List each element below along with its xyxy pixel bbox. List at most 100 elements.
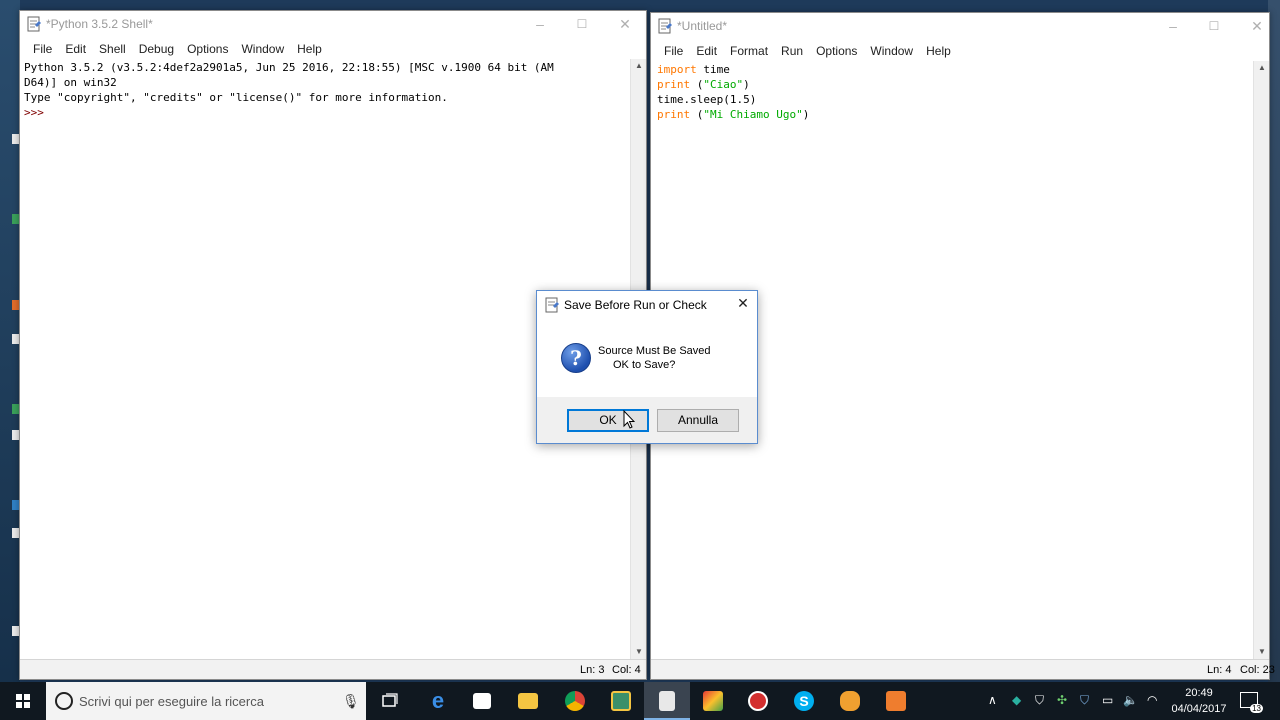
taskbar-idle[interactable] xyxy=(644,682,690,720)
close-icon[interactable]: ✕ xyxy=(735,295,751,312)
menu-help[interactable]: Help xyxy=(297,39,322,56)
search-placeholder: Scrivi qui per eseguire la ricerca xyxy=(79,694,264,709)
cancel-button[interactable]: Annulla xyxy=(657,409,739,432)
shield-icon[interactable]: ⛉ xyxy=(1035,693,1044,708)
shell-output[interactable]: Python 3.5.2 (v3.5.2:4def2a2901a5, Jun 2… xyxy=(24,60,554,120)
code-line: print ("Mi Chiamo Ugo") xyxy=(657,107,809,122)
taskbar-edge[interactable]: e xyxy=(415,682,461,720)
tray-app-icon[interactable]: ✣ xyxy=(1057,693,1067,707)
defender-icon[interactable]: ⛉ xyxy=(1080,693,1089,708)
volume-icon[interactable]: 🔈 xyxy=(1123,693,1138,707)
dialog-footer: OK Annulla xyxy=(537,397,757,443)
menu-window[interactable]: Window xyxy=(241,39,284,56)
search-box[interactable]: Scrivi qui per eseguire la ricerca 🎙 xyxy=(46,682,366,720)
minimize-icon[interactable]: – xyxy=(530,15,550,33)
desktop-left-strip xyxy=(0,0,20,682)
battery-icon[interactable]: ▭ xyxy=(1102,693,1113,707)
start-button[interactable] xyxy=(0,682,46,720)
app-icon xyxy=(703,691,723,711)
scroll-up-icon[interactable]: ▲ xyxy=(1254,61,1270,75)
minimize-icon[interactable]: – xyxy=(1163,17,1183,35)
maximize-icon[interactable]: ☐ xyxy=(572,15,592,33)
menu-options[interactable]: Options xyxy=(816,41,857,58)
shell-titlebar[interactable]: *Python 3.5.2 Shell* – ☐ ✕ xyxy=(20,11,646,37)
store-icon xyxy=(473,693,491,709)
editor-statusbar: Ln: 4 Col: 23 xyxy=(651,659,1275,679)
cat-icon xyxy=(840,691,860,711)
scroll-up-icon[interactable]: ▲ xyxy=(631,59,647,73)
close-icon[interactable]: ✕ xyxy=(1247,17,1267,35)
idle-icon xyxy=(27,16,41,32)
menu-window[interactable]: Window xyxy=(870,41,913,58)
dialog-question: OK to Save? xyxy=(613,359,676,371)
microphone-icon[interactable]: 🎙 xyxy=(342,693,360,710)
chrome-icon xyxy=(565,691,585,711)
shell-title: *Python 3.5.2 Shell* xyxy=(46,17,153,31)
editor-scrollbar[interactable]: ▲ ▼ xyxy=(1253,61,1269,659)
record-icon xyxy=(748,691,768,711)
app-icon xyxy=(886,691,906,711)
folder-icon xyxy=(518,693,538,709)
notification-count: 13 xyxy=(1250,704,1263,713)
shell-status-col: Col: 4 xyxy=(612,664,641,676)
menu-run[interactable]: Run xyxy=(781,41,803,58)
dialog-title: Save Before Run or Check xyxy=(564,298,707,312)
app-icon xyxy=(611,691,631,711)
menu-shell[interactable]: Shell xyxy=(99,39,126,56)
shell-statusbar: Ln: 3 Col: 4 xyxy=(20,659,646,679)
taskbar-skype[interactable]: S xyxy=(781,682,827,720)
close-icon[interactable]: ✕ xyxy=(615,15,635,33)
wifi-icon[interactable]: ◠ xyxy=(1147,693,1157,707)
code-line: print ("Ciao") xyxy=(657,77,809,92)
menu-file[interactable]: File xyxy=(33,39,52,56)
editor-status-col: Col: 23 xyxy=(1240,664,1275,676)
clock-time: 20:49 xyxy=(1185,687,1213,699)
python-icon xyxy=(545,297,559,313)
save-dialog[interactable]: Save Before Run or Check ✕ ? Source Must… xyxy=(536,290,758,444)
taskbar-store[interactable] xyxy=(460,682,506,720)
code-line: import time xyxy=(657,62,809,77)
task-view-button[interactable] xyxy=(367,682,413,720)
menu-options[interactable]: Options xyxy=(187,39,228,56)
code-text: ) xyxy=(743,78,750,91)
taskbar-app[interactable] xyxy=(827,682,873,720)
taskbar-recorder[interactable] xyxy=(735,682,781,720)
menu-debug[interactable]: Debug xyxy=(139,39,174,56)
notification-icon[interactable]: 13 xyxy=(1240,692,1263,713)
editor-menubar: File Edit Format Run Options Window Help xyxy=(651,41,1269,61)
shell-menubar: File Edit Shell Debug Options Window Help xyxy=(20,39,646,59)
ok-button[interactable]: OK xyxy=(567,409,649,432)
menu-file[interactable]: File xyxy=(664,41,683,58)
code-text: ( xyxy=(690,78,704,91)
tray-app-icon[interactable]: ◆ xyxy=(1012,693,1021,707)
taskbar-app[interactable] xyxy=(690,682,736,720)
menu-edit[interactable]: Edit xyxy=(696,41,717,58)
menu-format[interactable]: Format xyxy=(730,41,768,58)
edge-icon: e xyxy=(431,688,445,713)
taskbar-explorer[interactable] xyxy=(505,682,551,720)
skype-icon: S xyxy=(794,691,814,711)
code-editor[interactable]: import time print ("Ciao") time.sleep(1.5)… xyxy=(657,62,809,122)
maximize-icon[interactable]: ☐ xyxy=(1204,17,1224,35)
cortana-icon xyxy=(55,692,73,710)
menu-help[interactable]: Help xyxy=(926,41,951,58)
editor-titlebar[interactable]: *Untitled* – ☐ ✕ xyxy=(651,13,1269,39)
taskbar-chrome[interactable] xyxy=(552,682,598,720)
scroll-down-icon[interactable]: ▼ xyxy=(631,645,647,659)
scroll-down-icon[interactable]: ▼ xyxy=(1254,645,1270,659)
taskbar-app[interactable] xyxy=(598,682,644,720)
menu-edit[interactable]: Edit xyxy=(65,39,86,56)
shell-line: Python 3.5.2 (v3.5.2:4def2a2901a5, Jun 2… xyxy=(24,61,554,74)
chevron-up-icon[interactable]: ∧ xyxy=(988,693,997,707)
code-text: ) xyxy=(802,108,810,121)
keyword: print xyxy=(657,108,691,121)
shell-line: D64)] on win32 xyxy=(24,76,117,89)
code-text: ( xyxy=(690,108,704,121)
dialog-message: Source Must Be Saved xyxy=(598,345,711,357)
shell-status-line: Ln: 3 xyxy=(580,664,605,676)
taskbar-app[interactable] xyxy=(873,682,919,720)
task-view-icon xyxy=(382,693,398,707)
string-literal: "Mi Chiamo Ugo" xyxy=(703,108,803,121)
clock[interactable]: 20:49 04/04/2017 xyxy=(1163,685,1235,717)
taskbar: Scrivi qui per eseguire la ricerca 🎙 e S… xyxy=(0,682,1280,720)
